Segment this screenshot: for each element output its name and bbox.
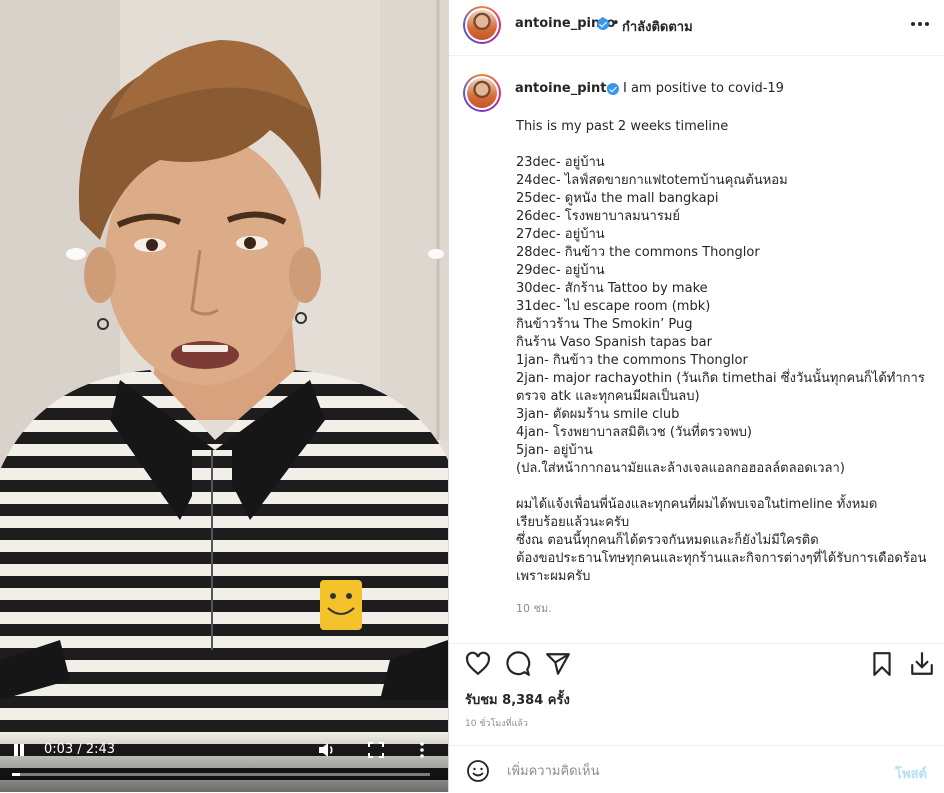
comment-input[interactable] — [505, 756, 869, 786]
video-progress-fill — [12, 773, 20, 776]
video-controls — [0, 732, 448, 792]
more-options-icon[interactable] — [418, 741, 426, 759]
post-header: antoine_pinto • กำลังติดตาม — [449, 0, 944, 56]
comment-icon[interactable] — [505, 651, 531, 677]
bookmark-icon[interactable] — [869, 651, 895, 677]
avatar-image — [467, 10, 497, 40]
view-count[interactable]: รับชม 8,384 ครั้ง — [465, 689, 570, 710]
verified-badge-icon — [607, 83, 619, 95]
following-button[interactable]: กำลังติดตาม — [622, 16, 693, 37]
emoji-icon[interactable] — [466, 759, 490, 783]
paper-plane-icon[interactable] — [545, 651, 571, 677]
action-bar — [449, 643, 944, 684]
caption-avatar[interactable] — [463, 74, 501, 112]
caption-text: This is my past 2 weeks timeline 23dec- … — [516, 119, 927, 584]
post-comment-button[interactable]: โพสต์ — [895, 763, 927, 784]
caption-first-line: I am positive to covid-19 — [623, 81, 784, 96]
posted-time[interactable]: 10 ชั่วโมงที่แล้ว — [465, 716, 528, 730]
caption-area: antoine_pinto I am positive to covid-19 … — [449, 56, 944, 642]
avatar-image — [467, 78, 497, 108]
caption-username[interactable]: antoine_pinto — [515, 81, 615, 96]
video-progress-bar[interactable] — [12, 773, 430, 776]
volume-icon[interactable] — [318, 742, 336, 758]
download-icon[interactable] — [909, 651, 935, 677]
pause-icon[interactable] — [12, 742, 26, 758]
comment-bar: โพสต์ — [449, 745, 944, 793]
heart-icon[interactable] — [465, 651, 491, 677]
separator-dot: • — [612, 16, 620, 31]
fullscreen-icon[interactable] — [368, 742, 384, 758]
header-avatar[interactable] — [463, 6, 501, 44]
video-frame — [0, 0, 448, 792]
caption-timestamp[interactable]: 10 ชม. — [516, 599, 552, 617]
post-panel: antoine_pinto • กำลังติดตาม antoine_pint… — [448, 0, 944, 792]
video-player[interactable]: 0:03 / 2:43 — [0, 0, 448, 792]
video-time: 0:03 / 2:43 — [44, 742, 116, 757]
verified-badge-icon — [597, 18, 609, 30]
more-options-icon[interactable] — [911, 22, 931, 28]
